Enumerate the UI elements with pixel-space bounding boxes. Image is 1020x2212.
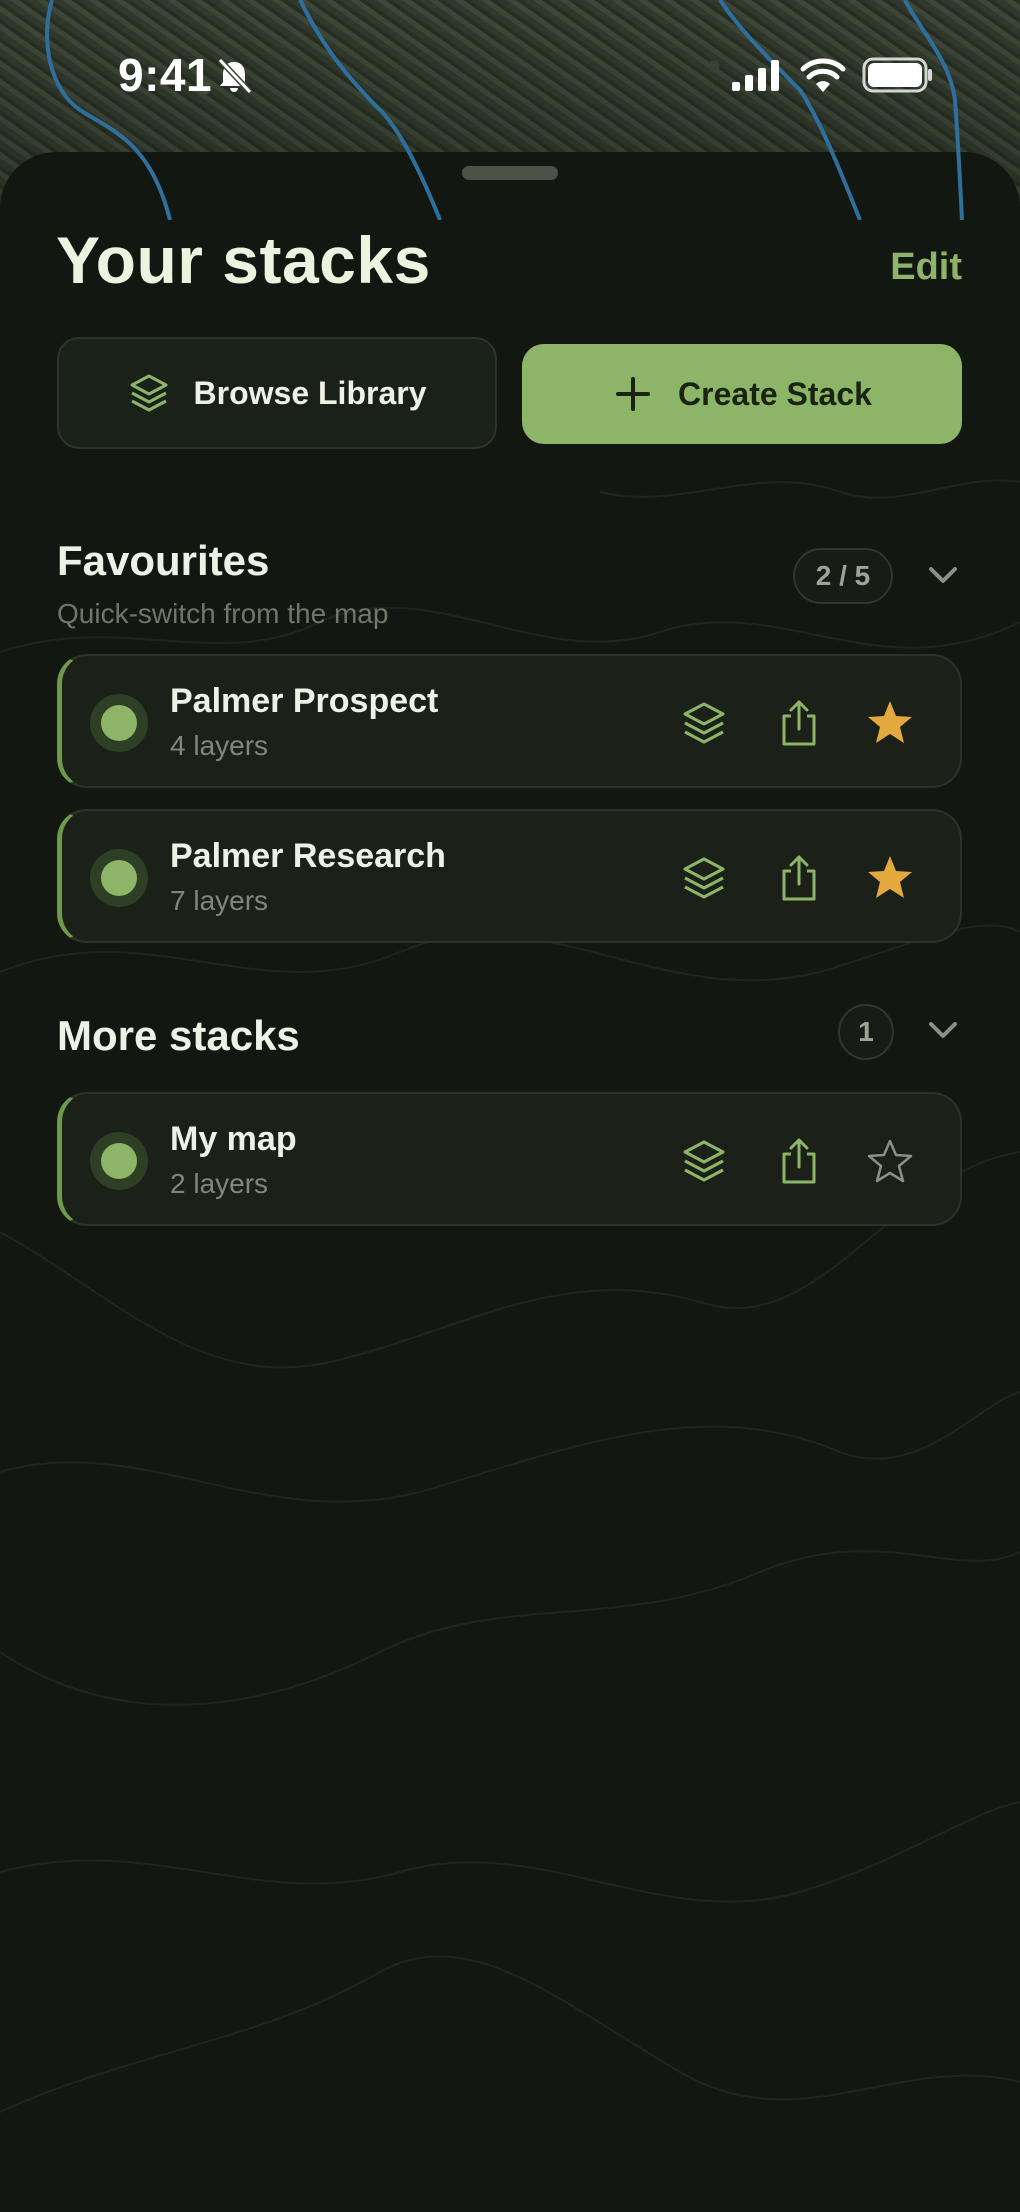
edit-button[interactable]: Edit — [890, 246, 962, 289]
favourites-title: Favourites — [57, 537, 270, 584]
stack-name: Palmer Research — [170, 837, 446, 875]
bell-slash-icon — [217, 57, 253, 95]
page-title: Your stacks — [56, 223, 431, 297]
cellular-signal-icon — [732, 60, 779, 91]
star-outline-icon[interactable] — [865, 1136, 915, 1186]
layers-icon[interactable] — [679, 698, 729, 748]
status-time: 9:41 — [118, 49, 213, 101]
chevron-down-icon[interactable] — [923, 1010, 963, 1050]
stack-layer-count: 2 layers — [170, 1168, 269, 1199]
status-bar: 9:41 — [0, 0, 1020, 150]
battery-icon — [862, 57, 932, 93]
create-stack-label: Create Stack — [678, 375, 872, 412]
favourites-subtitle: Quick-switch from the map — [57, 598, 389, 629]
plus-icon — [616, 377, 651, 411]
stack-status-dot — [90, 849, 148, 907]
stack-card[interactable]: My map 2 layers — [57, 1092, 962, 1226]
stack-layer-count: 7 layers — [170, 885, 269, 916]
share-icon[interactable] — [774, 1136, 824, 1186]
stack-name: My map — [170, 1120, 297, 1158]
browse-library-button[interactable]: Browse Library — [57, 337, 497, 449]
stack-status-dot — [90, 1132, 148, 1190]
stacks-sheet: Your stacks Edit Browse Library Create S… — [0, 152, 1020, 2212]
create-stack-button[interactable]: Create Stack — [522, 344, 962, 444]
favourites-count-badge: 2 / 5 — [793, 548, 893, 604]
chevron-down-icon[interactable] — [923, 555, 963, 595]
stack-name: Palmer Prospect — [170, 682, 439, 720]
layers-icon — [130, 374, 168, 412]
browse-library-label: Browse Library — [193, 374, 427, 411]
wifi-icon — [800, 58, 846, 92]
stack-status-dot — [90, 694, 148, 752]
stacks-screen: 9:41 Your stacks Edit Browse Library Cre… — [0, 0, 1020, 2212]
layers-icon[interactable] — [679, 853, 729, 903]
stack-card[interactable]: Palmer Research 7 layers — [57, 809, 962, 943]
star-filled-icon[interactable] — [865, 698, 915, 748]
star-filled-icon[interactable] — [865, 853, 915, 903]
share-icon[interactable] — [774, 698, 824, 748]
more-stacks-count-badge: 1 — [838, 1004, 894, 1060]
share-icon[interactable] — [774, 853, 824, 903]
more-stacks-title: More stacks — [57, 1012, 300, 1059]
layers-icon[interactable] — [679, 1136, 729, 1186]
stack-card[interactable]: Palmer Prospect 4 layers — [57, 654, 962, 788]
stack-layer-count: 4 layers — [170, 730, 269, 761]
